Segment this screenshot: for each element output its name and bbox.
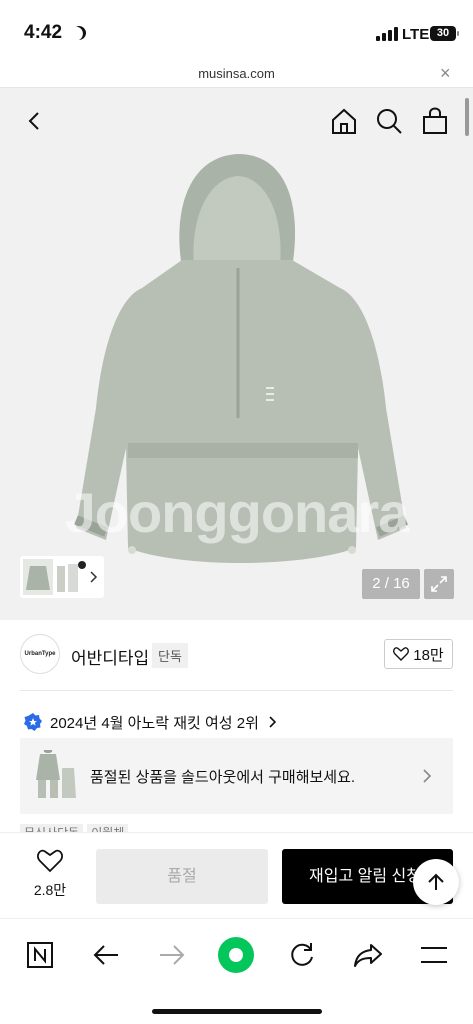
- browser-toolbar: [0, 918, 473, 1024]
- brand-logo[interactable]: UrbanType: [20, 634, 60, 674]
- brand-like-count: 18만: [413, 646, 444, 664]
- status-bar: 4:42 LTE 30: [0, 0, 473, 60]
- purchase-action-bar: 2.8만 품절 재입고 알림 신청: [0, 832, 473, 918]
- soldout-banner[interactable]: 품절된 상품을 솔드아웃에서 구매해보세요.: [20, 738, 453, 814]
- watermark: Joonggonara: [64, 481, 410, 544]
- thumbnail-strip[interactable]: [20, 556, 104, 598]
- search-icon[interactable]: [372, 104, 406, 138]
- product-gallery[interactable]: Joonggonara 2 / 16: [0, 88, 473, 620]
- menu-icon[interactable]: [414, 935, 454, 975]
- status-time: 4:42: [24, 22, 63, 43]
- scroll-top-button[interactable]: [413, 859, 459, 905]
- home-indicator: [152, 1009, 322, 1014]
- scrollbar[interactable]: [465, 98, 469, 136]
- ranking-text[interactable]: 2024년 4월 아노락 재킷 여성 2위: [50, 712, 259, 733]
- wishlist-count: 2.8만: [33, 882, 67, 898]
- exclusive-badge: 단독: [152, 643, 188, 668]
- soldout-banner-text: 품절된 상품을 솔드아웃에서 구매해보세요.: [90, 769, 356, 786]
- signal-icon: [376, 27, 398, 41]
- refresh-icon[interactable]: [282, 935, 322, 975]
- heart-icon: [37, 849, 63, 873]
- close-icon[interactable]: ×: [440, 63, 451, 84]
- soldout-button[interactable]: 품절: [96, 849, 268, 904]
- network-label: LTE: [402, 26, 430, 43]
- brand-row: UrbanType 어반디타입 단독 18만: [0, 620, 473, 690]
- moon-icon: [69, 23, 88, 42]
- naver-n-icon[interactable]: [20, 935, 60, 975]
- brand-name[interactable]: 어반디타입: [71, 644, 149, 669]
- heart-icon: [393, 647, 410, 661]
- image-counter: 2 / 16: [362, 569, 420, 599]
- home-icon[interactable]: [327, 104, 361, 138]
- banner-product-image: [36, 750, 76, 798]
- ranking-badge-icon: [24, 713, 42, 731]
- ranking-link[interactable]: 2024년 4월 아노락 재킷 여성 2위: [24, 711, 277, 733]
- back-icon[interactable]: [86, 935, 126, 975]
- divider: [20, 690, 453, 691]
- url-bar[interactable]: musinsa.com ×: [0, 60, 473, 88]
- battery-icon: 30: [430, 26, 456, 41]
- brand-like-button[interactable]: 18만: [384, 639, 453, 669]
- cart-icon[interactable]: [418, 104, 452, 138]
- back-icon[interactable]: [18, 104, 52, 138]
- naver-green-dot-icon[interactable]: [216, 935, 256, 975]
- url-text[interactable]: musinsa.com: [0, 66, 473, 81]
- expand-icon[interactable]: [424, 569, 454, 599]
- share-icon[interactable]: [348, 935, 388, 975]
- chevron-right-icon: [423, 769, 432, 783]
- chevron-right-icon: [269, 716, 277, 728]
- forward-icon[interactable]: [152, 935, 192, 975]
- arrow-up-icon: [428, 873, 444, 890]
- wishlist-button[interactable]: 2.8만: [20, 849, 80, 900]
- battery-cap: [457, 31, 459, 36]
- thumbnail-image[interactable]: [20, 556, 104, 598]
